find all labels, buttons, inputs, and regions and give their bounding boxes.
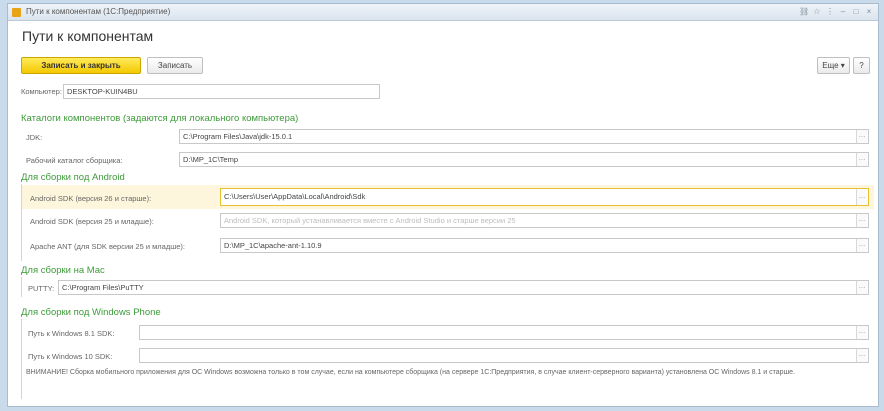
section-wp-title: Для сборки под Windows Phone: [21, 307, 161, 318]
sdk10-path-input[interactable]: …: [139, 348, 869, 363]
section-catalogs-title: Каталоги компонентов (задаются для локал…: [21, 113, 299, 124]
select-path-icon[interactable]: …: [856, 281, 867, 294]
jdk-label: JDK:: [26, 133, 43, 142]
sdk81-path-input[interactable]: …: [139, 325, 869, 340]
section-wp-border: [21, 319, 22, 399]
save-and-close-button[interactable]: Записать и закрыть: [21, 57, 141, 74]
link-icon[interactable]: ⛓: [799, 6, 809, 17]
windows-warning-text: ВНИМАНИЕ! Сборка мобильного приложения д…: [26, 369, 795, 376]
chevron-down-icon: ▾: [840, 61, 845, 70]
sdk26-path-input[interactable]: C:\Users\User\AppData\Local\Android\Sdk …: [220, 188, 869, 206]
computer-field[interactable]: DESKTOP-KUIN4BU: [63, 84, 380, 99]
computer-label: Компьютер:: [21, 87, 62, 96]
close-icon[interactable]: ×: [864, 6, 874, 17]
section-android-title: Для сборки под Android: [21, 172, 125, 183]
ant-label: Apache ANT (для SDK версии 25 и младше):: [30, 242, 185, 251]
select-path-icon[interactable]: …: [856, 130, 867, 143]
page-title: Пути к компонентам: [22, 28, 154, 44]
favorites-icon[interactable]: ☆: [812, 6, 822, 17]
section-mac-border: [21, 277, 22, 297]
sdk26-label: Android SDK (версия 26 и старше):: [30, 194, 152, 203]
workdir-path-input[interactable]: D:\MP_1C\Temp …: [179, 152, 869, 167]
sdk81-label: Путь к Windows 8.1 SDK:: [28, 329, 115, 338]
sdk25-label: Android SDK (версия 25 и младше):: [30, 217, 154, 226]
window-controls: ⛓ ☆ ⋮ – □ ×: [799, 6, 874, 17]
sdk25-path-input[interactable]: Android SDK, который устанавливается вме…: [220, 213, 869, 228]
help-button[interactable]: ?: [853, 57, 870, 74]
putty-label: PUTTY:: [28, 284, 55, 293]
select-path-icon[interactable]: …: [856, 239, 867, 252]
select-path-icon[interactable]: …: [856, 349, 867, 362]
maximize-icon[interactable]: □: [851, 6, 861, 17]
ant-path-input[interactable]: D:\MP_1C\apache-ant-1.10.9 …: [220, 238, 869, 253]
app-window: Пути к компонентам (1С:Предприятие) ⛓ ☆ …: [7, 3, 879, 407]
jdk-path-input[interactable]: C:\Program Files\Java\jdk-15.0.1 …: [179, 129, 869, 144]
section-mac-title: Для сборки на Mac: [21, 265, 105, 276]
putty-path-input[interactable]: C:\Program Files\PuTTY …: [58, 280, 869, 295]
select-path-icon[interactable]: …: [856, 153, 867, 166]
more-button[interactable]: Еще ▾: [817, 57, 850, 74]
select-path-icon[interactable]: …: [856, 189, 867, 205]
sdk10-label: Путь к Windows 10 SDK:: [28, 352, 113, 361]
window-title: Пути к компонентам (1С:Предприятие): [26, 7, 171, 16]
app-logo-icon: [12, 8, 21, 17]
select-path-icon[interactable]: …: [856, 326, 867, 339]
select-path-icon[interactable]: …: [856, 214, 867, 227]
menu-icon[interactable]: ⋮: [825, 6, 835, 17]
title-bar: Пути к компонентам (1С:Предприятие) ⛓ ☆ …: [8, 4, 878, 21]
minimize-icon[interactable]: –: [838, 6, 848, 17]
save-button[interactable]: Записать: [147, 57, 203, 74]
workdir-label: Рабочий каталог сборщика:: [26, 156, 123, 165]
